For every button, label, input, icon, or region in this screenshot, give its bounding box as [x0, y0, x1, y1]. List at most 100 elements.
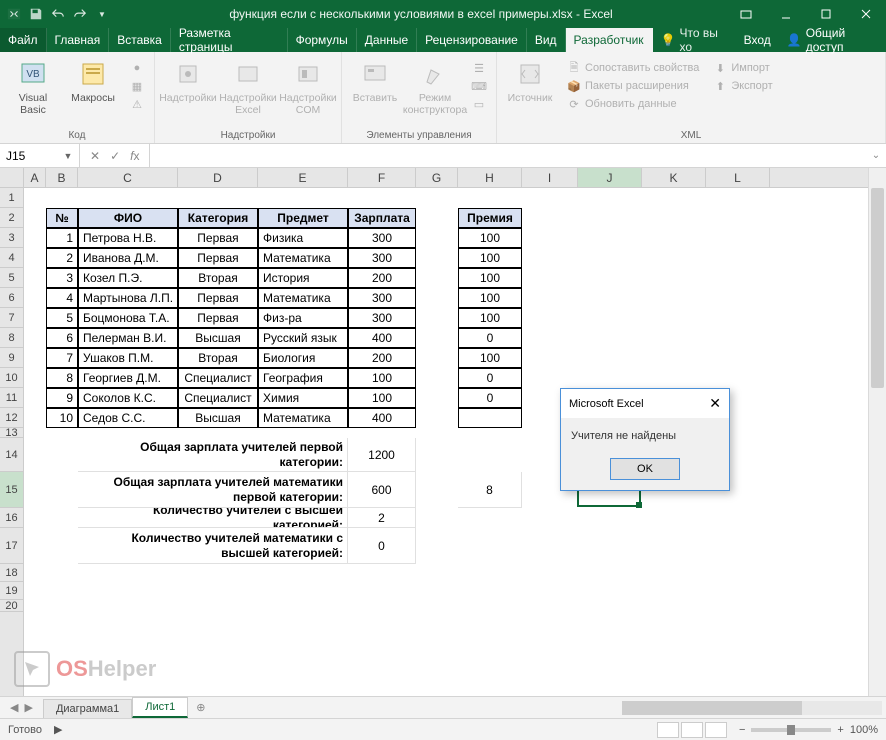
cell-D7[interactable]: Первая [178, 308, 258, 328]
excel-addins-button[interactable]: Надстройки Excel [221, 56, 275, 116]
cell-C4[interactable]: Иванова Д.М. [78, 248, 178, 268]
cell-B8[interactable]: 6 [46, 328, 78, 348]
summary-label-15[interactable]: Общая зарплата учителей математики перво… [78, 472, 348, 508]
col-header-H[interactable]: H [458, 168, 522, 187]
row-header-10[interactable]: 10 [0, 368, 23, 388]
tab-page-layout[interactable]: Разметка страницы [171, 28, 288, 52]
zoom-in-button[interactable]: + [837, 724, 843, 736]
cell-B9[interactable]: 7 [46, 348, 78, 368]
cell-F7[interactable]: 300 [348, 308, 416, 328]
row-header-17[interactable]: 17 [0, 528, 23, 564]
row-header-4[interactable]: 4 [0, 248, 23, 268]
cell-F3[interactable]: 300 [348, 228, 416, 248]
cell-H5[interactable]: 100 [458, 268, 522, 288]
cell-D2[interactable]: Категория [178, 208, 258, 228]
cell-F14[interactable]: 1200 [348, 438, 416, 472]
cell-H7[interactable]: 100 [458, 308, 522, 328]
close-icon[interactable] [846, 0, 886, 28]
cell-E11[interactable]: Химия [258, 388, 348, 408]
formula-input[interactable] [150, 144, 866, 167]
cell-E8[interactable]: Русский язык [258, 328, 348, 348]
relative-refs-button[interactable]: ▦ [126, 78, 148, 94]
sign-in[interactable]: Вход [736, 28, 779, 52]
tab-view[interactable]: Вид [527, 28, 566, 52]
dialog-close-icon[interactable]: ✕ [709, 395, 721, 412]
cell-H10[interactable]: 0 [458, 368, 522, 388]
zoom-out-button[interactable]: − [739, 724, 745, 736]
cell-B4[interactable]: 2 [46, 248, 78, 268]
cell-H4[interactable]: 100 [458, 248, 522, 268]
name-box-dropdown-icon[interactable]: ▼ [60, 151, 76, 161]
row-header-2[interactable]: 2 [0, 208, 23, 228]
cell-H2[interactable]: Премия [458, 208, 522, 228]
cell-E3[interactable]: Физика [258, 228, 348, 248]
cell-C9[interactable]: Ушаков П.М. [78, 348, 178, 368]
source-button[interactable]: Источник [503, 56, 557, 104]
cell-F6[interactable]: 300 [348, 288, 416, 308]
properties-button[interactable]: ☰ [468, 60, 490, 76]
cell-H11[interactable]: 0 [458, 388, 522, 408]
refresh-data-button[interactable]: ⟳Обновить данные [563, 96, 703, 112]
sheet-tab-chart[interactable]: Диаграмма1 [43, 699, 132, 718]
macro-record-icon[interactable]: ▶ [54, 723, 62, 736]
col-header-A[interactable]: A [24, 168, 46, 187]
maximize-icon[interactable] [806, 0, 846, 28]
insert-control-button[interactable]: Вставить [348, 56, 402, 104]
row-header-1[interactable]: 1 [0, 188, 23, 208]
cell-F10[interactable]: 100 [348, 368, 416, 388]
cell-E5[interactable]: История [258, 268, 348, 288]
visual-basic-button[interactable]: VB Visual Basic [6, 56, 60, 116]
expand-formula-bar-icon[interactable]: ⌄ [866, 144, 886, 167]
cell-E7[interactable]: Физ-ра [258, 308, 348, 328]
cell-B6[interactable]: 4 [46, 288, 78, 308]
sheet-tab-sheet1[interactable]: Лист1 [132, 697, 188, 718]
cell-B2[interactable]: № [46, 208, 78, 228]
dialog-ok-button[interactable]: OK [610, 458, 680, 480]
row-header-20[interactable]: 20 [0, 600, 23, 612]
redo-icon[interactable] [72, 6, 88, 22]
cell-F11[interactable]: 100 [348, 388, 416, 408]
export-button[interactable]: ⬆Экспорт [709, 78, 776, 94]
run-dialog-button[interactable]: ▭ [468, 96, 490, 112]
tab-insert[interactable]: Вставка [109, 28, 171, 52]
col-header-K[interactable]: K [642, 168, 706, 187]
row-header-5[interactable]: 5 [0, 268, 23, 288]
col-header-F[interactable]: F [348, 168, 416, 187]
cell-C2[interactable]: ФИО [78, 208, 178, 228]
cell-H12[interactable] [458, 408, 522, 428]
col-header-C[interactable]: C [78, 168, 178, 187]
cell-F16[interactable]: 2 [348, 508, 416, 528]
map-properties-button[interactable]: 🗎Сопоставить свойства [563, 60, 703, 76]
col-header-E[interactable]: E [258, 168, 348, 187]
cell-F2[interactable]: Зарплата [348, 208, 416, 228]
cell-D6[interactable]: Первая [178, 288, 258, 308]
row-header-13[interactable]: 13 [0, 428, 23, 438]
share-button[interactable]: 👤 Общий доступ [779, 28, 886, 52]
cell-C8[interactable]: Пелерман В.И. [78, 328, 178, 348]
cell-F8[interactable]: 400 [348, 328, 416, 348]
hscroll-thumb[interactable] [622, 701, 802, 715]
cell-E10[interactable]: География [258, 368, 348, 388]
column-headers[interactable]: ABCDEFGHIJKL [24, 168, 868, 188]
add-sheet-button[interactable]: ⊕ [188, 697, 213, 718]
cell-E9[interactable]: Биология [258, 348, 348, 368]
cell-F12[interactable]: 400 [348, 408, 416, 428]
cell-D10[interactable]: Специалист [178, 368, 258, 388]
tab-review[interactable]: Рецензирование [417, 28, 527, 52]
name-box-input[interactable] [0, 149, 60, 163]
enter-formula-icon[interactable]: ✓ [106, 149, 124, 163]
row-header-11[interactable]: 11 [0, 388, 23, 408]
summary-label-16[interactable]: Количество учителей с высшей категорией: [78, 508, 348, 528]
row-header-14[interactable]: 14 [0, 438, 23, 472]
col-header-J[interactable]: J [578, 168, 642, 187]
design-mode-button[interactable]: Режим конструктора [408, 56, 462, 116]
col-header-G[interactable]: G [416, 168, 458, 187]
cell-E6[interactable]: Математика [258, 288, 348, 308]
fx-icon[interactable]: fx [126, 149, 143, 163]
tab-data[interactable]: Данные [357, 28, 417, 52]
ribbon-display-icon[interactable] [726, 0, 766, 28]
cell-H15[interactable]: 8 [458, 472, 522, 508]
row-header-7[interactable]: 7 [0, 308, 23, 328]
cell-D9[interactable]: Вторая [178, 348, 258, 368]
normal-view-button[interactable] [657, 722, 679, 738]
